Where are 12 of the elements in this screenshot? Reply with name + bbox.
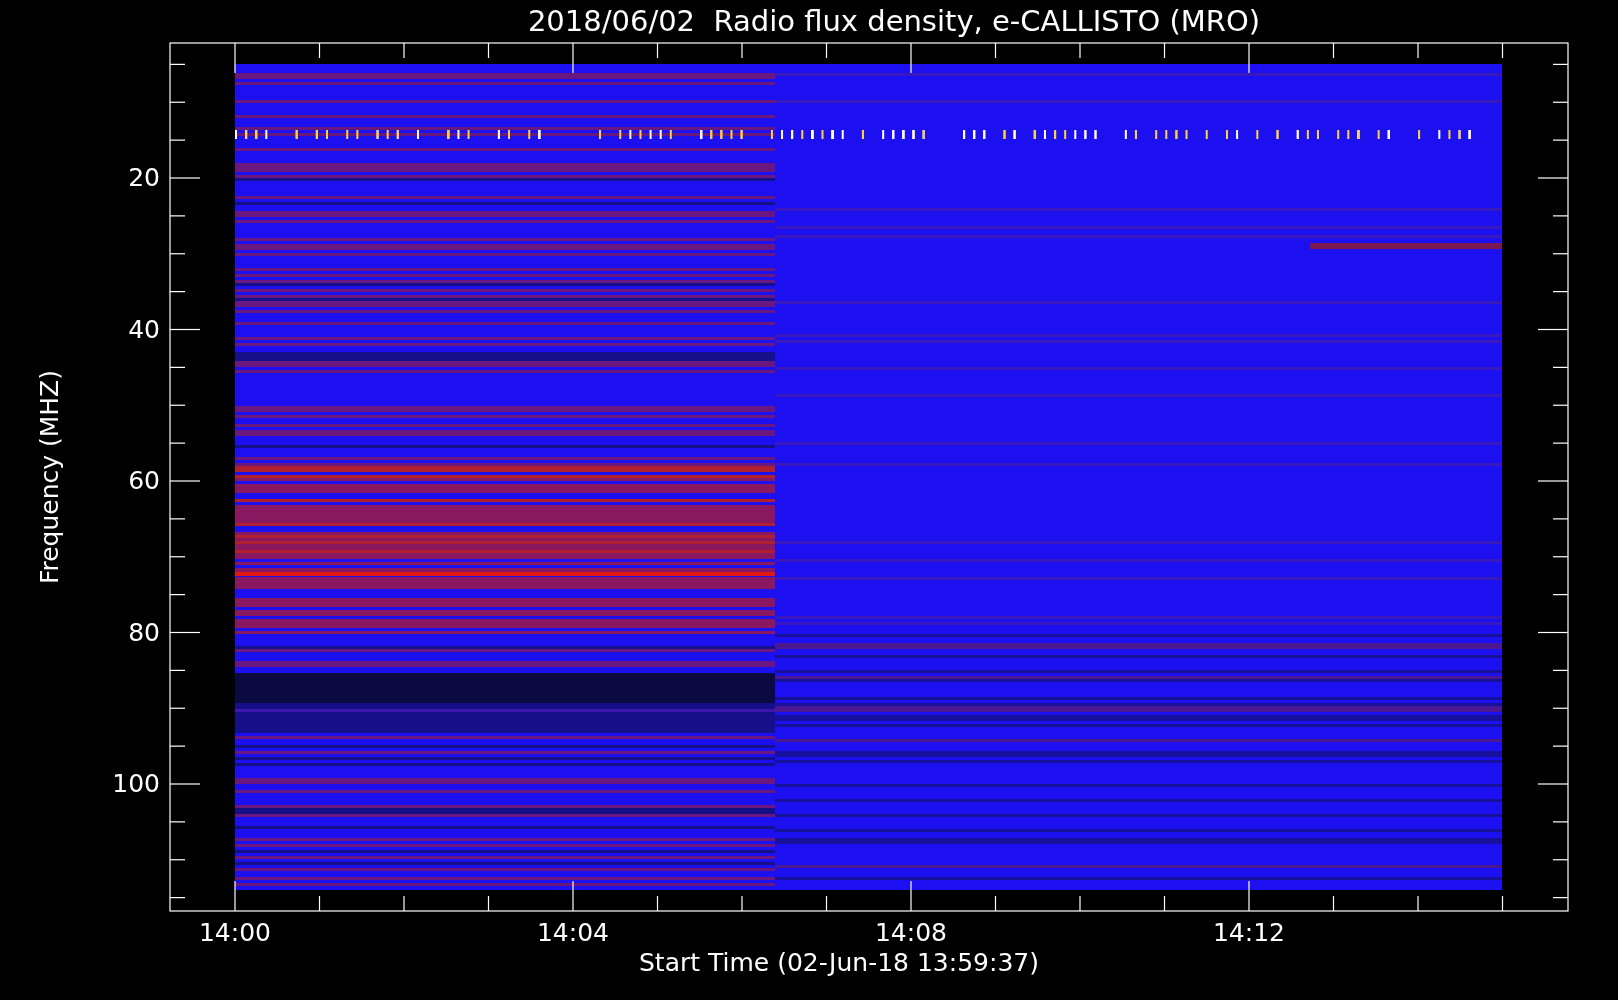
y-tick-label: 40: [128, 314, 160, 345]
x-tick-label: 14:04: [536, 918, 609, 947]
y-tick-label: 20: [128, 163, 160, 193]
plot-title: 2018/06/02 Radio flux density, e-CALLISTO (MRO): [527, 4, 1261, 38]
x-tick-label: 14:08: [874, 918, 947, 947]
x-tick-label: 14:00: [198, 918, 271, 947]
y-tick-label: 60: [128, 466, 160, 496]
x-tick-label: 14:12: [1212, 918, 1285, 947]
y-tick-label: 100: [112, 769, 160, 799]
y-axis-label: Frequency (MHZ): [35, 369, 65, 585]
x-axis-label: Start Time (02-Jun-18 13:59:37): [639, 948, 1039, 978]
y-tick-label: 80: [128, 617, 160, 648]
